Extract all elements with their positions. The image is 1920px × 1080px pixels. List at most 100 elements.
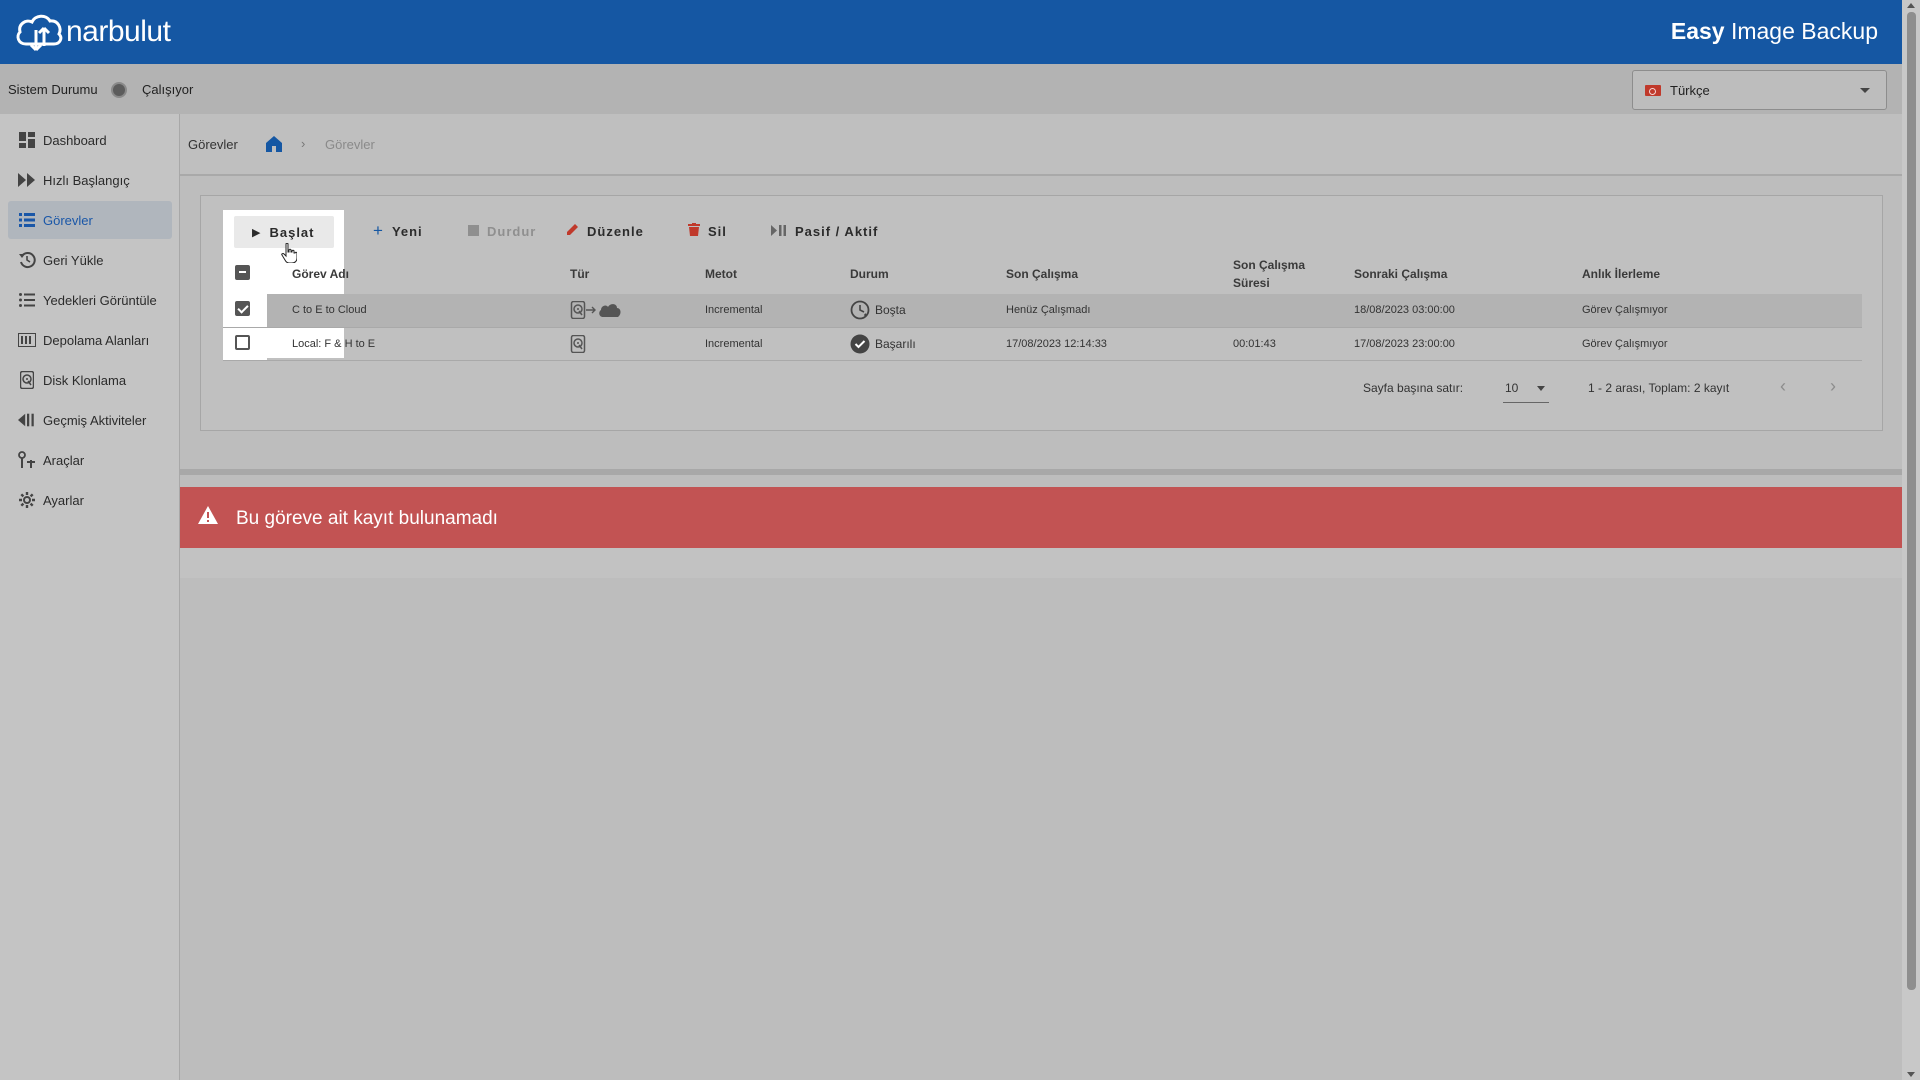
sidebar-item-label: Görevler: [43, 212, 93, 228]
rows-per-page-value: 10: [1505, 381, 1519, 395]
sidebar-item-label: Dashboard: [43, 132, 107, 148]
task-type: [570, 327, 705, 361]
cloud-logo-icon: [16, 14, 63, 52]
home-icon[interactable]: [264, 134, 284, 154]
play-pause-icon: [771, 224, 787, 239]
task-type: [570, 294, 705, 328]
col-header-last-run[interactable]: Son Çalışma: [1006, 254, 1233, 294]
tasks-card: ▶ Başlat + Yeni Durdur Düzenle Sil Pasif…: [200, 195, 1883, 431]
previous-page-button[interactable]: ‹: [1780, 376, 1786, 397]
sidebar-item-label: Geri Yükle: [43, 252, 104, 268]
alert-footer: [180, 548, 1902, 578]
pagination-range: 1 - 2 arası, Toplam: 2 kayıt: [1588, 381, 1730, 395]
col-header-last-duration-line1: Son Çalışma: [1233, 258, 1306, 272]
language-selected: Türkçe: [1670, 83, 1710, 98]
stop-icon: [468, 224, 479, 239]
row-checkbox[interactable]: [235, 301, 250, 317]
scroll-down-icon[interactable]: [1907, 1072, 1915, 1077]
table-row[interactable]: Local: F & H to E Incremental Başarılı 1…: [223, 327, 1862, 361]
sidebar-item-view-backups[interactable]: Yedekleri Görüntüle: [8, 281, 172, 319]
dashboard-icon: [18, 131, 36, 149]
stop-button[interactable]: Durdur: [468, 215, 536, 247]
app-title: Easy Image Backup: [1671, 18, 1878, 45]
disk-icon: [570, 334, 586, 353]
col-header-last-duration-line2: Süresi: [1233, 276, 1270, 290]
sidebar-item-label: Ayarlar: [43, 492, 84, 508]
sidebar-item-history[interactable]: Geçmiş Aktiviteler: [8, 401, 172, 439]
play-icon: ▶: [252, 226, 262, 239]
sidebar-item-tools[interactable]: Araçlar: [8, 441, 172, 479]
table-row[interactable]: C to E to Cloud Incremental Boşta Henüz: [223, 294, 1862, 328]
divider: [180, 469, 1902, 475]
rows-per-page-select[interactable]: 10: [1503, 375, 1549, 403]
sidebar-item-label: Hızlı Başlangıç: [43, 172, 130, 188]
sidebar-item-storage[interactable]: Depolama Alanları: [8, 321, 172, 359]
tasks-table: Görev Adı Tür Metot Durum Son Çalışma So…: [223, 254, 1862, 361]
delete-button[interactable]: Sil: [688, 215, 727, 247]
check-circle-icon: [850, 334, 870, 353]
status-bar: Sistem Durumu Çalışıyor Türkçe: [0, 64, 1902, 114]
col-header-method: Metot: [705, 267, 737, 281]
col-header-instant-progress: Anlık İlerleme: [1582, 267, 1661, 281]
app-title-bold: Easy: [1670, 18, 1725, 44]
next-page-button[interactable]: ›: [1830, 376, 1836, 397]
sidebar-item-label: Depolama Alanları: [43, 332, 150, 348]
logo-text: narbulut: [66, 15, 171, 48]
row-select-cell: [223, 294, 267, 328]
sidebar-item-label: Geçmiş Aktiviteler: [43, 412, 147, 428]
sidebar-item-label: Disk Klonlama: [43, 372, 127, 388]
sidebar-item-label: Araçlar: [43, 452, 85, 468]
trash-icon: [688, 223, 700, 239]
col-header-name[interactable]: Görev Adı: [267, 254, 570, 294]
clock-icon: [850, 300, 870, 320]
sidebar-item-restore[interactable]: Geri Yükle: [8, 241, 172, 279]
plus-icon: +: [373, 221, 384, 240]
delete-button-label: Sil: [708, 223, 727, 239]
alert-message: Bu göreve ait kayıt bulunamadı: [236, 508, 498, 529]
narbulut-logo[interactable]: narbulut: [14, 8, 171, 56]
sidebar-item-dashboard[interactable]: Dashboard: [8, 121, 172, 159]
sidebar-item-settings[interactable]: Ayarlar: [8, 481, 172, 519]
task-next-run: 18/08/2023 03:00:00: [1354, 294, 1582, 328]
list-icon: [18, 211, 36, 229]
fast-forward-icon: [18, 171, 36, 189]
select-all-checkbox[interactable]: [235, 265, 250, 280]
sidebar: Dashboard Hızlı Başlangıç Görevler Geri …: [0, 114, 180, 1080]
task-status: Başarılı: [875, 336, 916, 351]
sidebar-item-disk-clone[interactable]: Disk Klonlama: [8, 361, 172, 399]
col-header-type: Tür: [570, 267, 590, 281]
scroll-thumb[interactable]: [1907, 12, 1916, 990]
system-status-label: Sistem Durumu: [8, 82, 98, 97]
stop-button-label: Durdur: [487, 223, 537, 239]
scrollbar[interactable]: [1902, 0, 1920, 1080]
chevron-down-icon: [1860, 88, 1870, 93]
toggle-active-button[interactable]: Pasif / Aktif: [771, 215, 878, 247]
storage-icon: [18, 331, 36, 349]
pagination: Sayfa başına satır: 10 1 - 2 arası, Topl…: [201, 371, 1882, 405]
row-checkbox[interactable]: [235, 334, 250, 350]
scroll-up-icon[interactable]: [1907, 3, 1915, 8]
edit-button-label: Düzenle: [587, 223, 644, 239]
edit-button[interactable]: Düzenle: [566, 215, 644, 247]
task-last-duration: [1233, 294, 1354, 328]
arrow-right-icon: [586, 306, 596, 314]
history-icon: [18, 411, 36, 429]
sidebar-item-tasks[interactable]: Görevler: [8, 201, 172, 239]
sidebar-item-quick-start[interactable]: Hızlı Başlangıç: [8, 161, 172, 199]
task-name: Local: F & H to E: [267, 327, 570, 361]
gear-icon: [18, 491, 36, 509]
pencil-icon: [566, 223, 579, 239]
new-button[interactable]: + Yeni: [373, 215, 423, 247]
new-button-label: Yeni: [391, 223, 423, 239]
warning-icon: [198, 506, 218, 524]
language-select[interactable]: Türkçe: [1632, 70, 1887, 110]
task-last-duration: 00:01:43: [1233, 327, 1354, 361]
select-all-cell: [223, 254, 267, 294]
system-status-value: Çalışıyor: [142, 82, 194, 97]
col-header-next-run[interactable]: Sonraki Çalışma: [1354, 254, 1582, 294]
cloud-icon: [599, 304, 621, 318]
list-view-icon: [18, 291, 36, 309]
table-header-row: Görev Adı Tür Metot Durum Son Çalışma So…: [223, 254, 1862, 294]
tools-icon: [18, 451, 36, 469]
rows-per-page-label: Sayfa başına satır:: [1363, 381, 1464, 395]
